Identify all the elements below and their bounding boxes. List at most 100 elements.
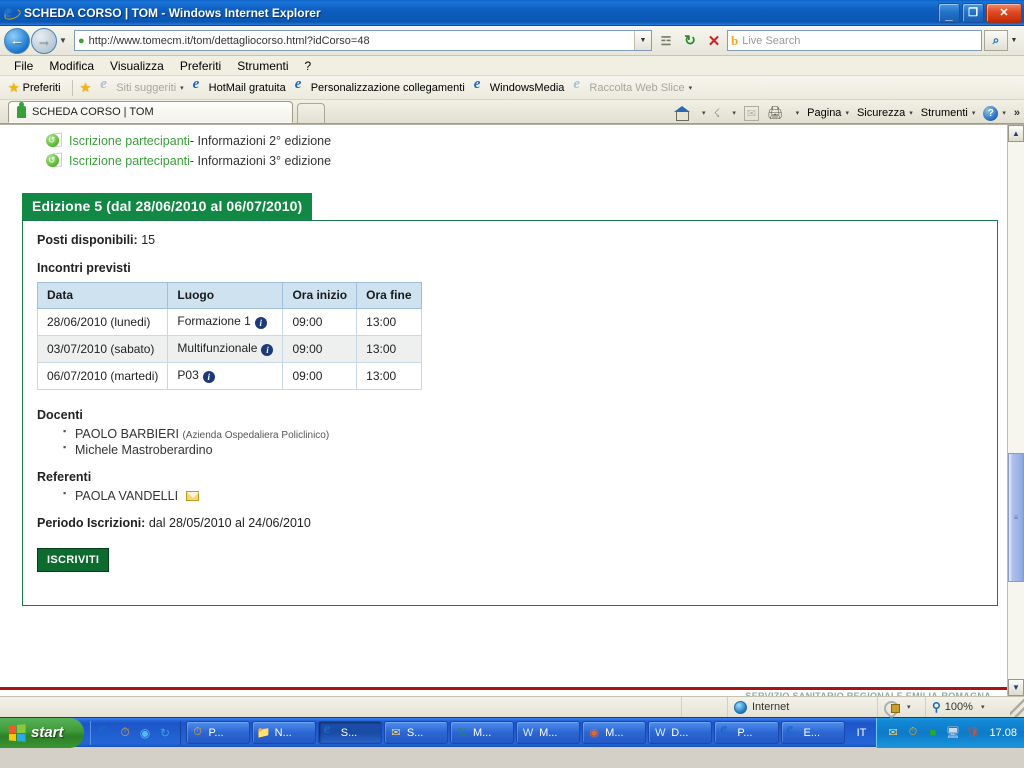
tools-menu-button[interactable]: Strumenti ▾ [918,107,979,119]
chevron-down-icon: ▾ [732,110,736,117]
help-icon: ? [983,105,999,121]
minimize-button[interactable]: _ [938,2,960,23]
feeds-caret[interactable]: ▾ [725,109,739,117]
table-row: 28/06/2010 (lunedi) Formazione 1i 09:00 … [36,308,422,336]
address-history-caret-icon[interactable]: ▼ [634,31,651,50]
menu-item-preferiti[interactable]: Preferiti [172,59,229,73]
iscriviti-button[interactable]: ISCRIVITI [37,548,110,572]
home-button[interactable] [671,106,693,121]
referenti-title: Referenti [37,470,92,484]
referenti-list: PAOLA VANDELLI [37,488,983,504]
web-page-content: ↺ Iscrizione partecipanti - Informazioni… [0,125,1007,696]
close-button[interactable]: ✕ [986,2,1022,23]
page-icon: ● [78,34,85,47]
chevron-up-icon: ▲ [1012,129,1020,138]
start-button[interactable]: start [0,717,84,748]
favorite-siti-suggeriti[interactable]: Siti suggeriti ▾ [97,76,189,95]
taskbar-item[interactable]: W D... [648,721,713,744]
scrollbar-track[interactable]: ≡ [1008,142,1024,679]
home-caret[interactable]: ▾ [695,109,709,117]
back-button[interactable]: ← [4,27,30,54]
forward-button[interactable]: → [31,27,57,54]
feeds-button[interactable]: ☲ [655,30,677,51]
favorite-windowsmedia[interactable]: WindowsMedia [471,76,571,95]
page-menu-button[interactable]: Pagina ▾ [804,107,852,119]
favorite-raccolta-web-slice[interactable]: Raccolta Web Slice ▾ [570,76,698,95]
network-icon[interactable]: 🖥 [945,725,960,740]
iscrizione-partecipanti-link[interactable]: Iscrizione partecipanti [69,154,190,168]
window-title: SCHEDA CORSO | TOM - Windows Internet Ex… [24,5,321,20]
taskbar-item[interactable]: 📁 N... [251,721,316,744]
scroll-up-button[interactable]: ▲ [1008,125,1024,142]
menu-item-modifica[interactable]: Modifica [41,59,102,73]
search-provider-caret-icon[interactable]: ▼ [1008,37,1020,44]
print-caret[interactable]: ▾ [789,109,803,117]
security-zone[interactable]: Internet [728,697,878,717]
stop-button[interactable]: ✕ [703,30,725,51]
taskbar-item[interactable]: 𝕏 M... [449,721,515,744]
taskbar-item[interactable]: ◉ M... [582,721,647,744]
mail-icon[interactable]: ✉ [885,725,900,740]
menu-item-help[interactable]: ? [297,59,320,73]
favorite-label: HotMail gratuita [208,81,286,94]
read-mail-button[interactable]: ✉ [741,105,762,121]
clock-icon[interactable]: ⏱ [905,725,920,740]
refresh-button[interactable]: ↻ [679,30,701,51]
taskbar-item[interactable]: S... [317,721,382,744]
taskbar-item[interactable]: P... [714,721,779,744]
search-input[interactable]: b Live Search [727,30,982,51]
taskbar-item[interactable]: W M... [516,721,581,744]
taskbar-item-label: N... [274,726,292,739]
protected-mode-indicator[interactable]: ▾ [878,697,926,717]
scroll-down-button[interactable]: ▼ [1008,679,1024,696]
security-menu-button[interactable]: Sicurezza ▾ [854,107,916,119]
new-tab-button[interactable] [297,103,325,123]
menu-item-file[interactable]: File [6,59,41,73]
ie-icon [294,76,308,95]
mail-icon[interactable] [185,491,199,501]
ie-icon[interactable] [97,721,114,741]
resize-grip[interactable] [1010,697,1024,717]
taskbar-item[interactable]: ✉ S... [383,721,448,744]
list-item[interactable]: ↺ Iscrizione partecipanti - Informazioni… [0,131,1007,151]
taskbar-item[interactable]: E... [780,721,845,744]
green-square-icon[interactable]: ■ [925,725,940,740]
zoom-control[interactable]: ⚲ 100% ▾ [926,697,1010,717]
help-menu-button[interactable]: ? ▾ [980,105,1009,121]
add-to-favorites-bar-button[interactable]: ★ [78,80,98,96]
shield-icon[interactable]: 🛡 [965,725,980,740]
taskbar-clock[interactable]: 17.08 [989,727,1017,739]
toolbar-overflow-button[interactable]: » [1014,107,1020,119]
taskbar-item-label: P... [737,726,753,739]
media-player-icon[interactable]: ◉ [137,724,154,741]
recent-pages-caret-icon[interactable]: ▼ [59,36,71,45]
tab-scheda-corso[interactable]: SCHEDA CORSO | TOM [8,101,293,123]
info-icon[interactable]: i [261,344,274,356]
window-controls: _ ❐ ✕ [938,2,1022,23]
print-button[interactable]: 🖨 [764,105,787,121]
vertical-scrollbar[interactable]: ▲ ≡ ▼ [1007,125,1024,696]
scrollbar-thumb[interactable]: ≡ [1008,453,1024,583]
language-indicator[interactable]: IT [847,727,877,739]
recycle-arrow-icon: ↺ [46,132,62,149]
word-icon: W [655,726,666,739]
refresh-icon[interactable]: ↻ [157,724,174,741]
address-bar-input[interactable]: ● http://www.tomecm.it/tom/dettagliocors… [74,30,652,51]
info-icon[interactable]: i [202,371,215,383]
menu-item-visualizza[interactable]: Visualizza [102,59,172,73]
list-item[interactable]: ↺ Iscrizione partecipanti - Informazioni… [0,151,1007,171]
favorite-personalizzazione[interactable]: Personalizzazione collegamenti [292,76,471,95]
iscrizione-partecipanti-link[interactable]: Iscrizione partecipanti [69,134,190,148]
column-header-ora-fine: Ora fine [356,282,422,309]
menu-item-strumenti[interactable]: Strumenti [229,59,296,73]
info-icon[interactable]: i [254,317,267,329]
mail-icon: ✉ [391,727,401,739]
excel-icon: 𝕏 [457,727,467,739]
feeds-button[interactable]: ☇ [711,106,724,120]
favorite-hotmail[interactable]: HotMail gratuita [190,76,292,95]
favorites-button[interactable]: ★ Preferiti [6,80,67,96]
search-button[interactable]: ⌕ [984,30,1008,51]
restore-button[interactable]: ❐ [962,2,984,23]
clock-icon[interactable]: ⏱ [117,724,134,741]
taskbar-item[interactable]: ⏱ P... [185,721,250,744]
